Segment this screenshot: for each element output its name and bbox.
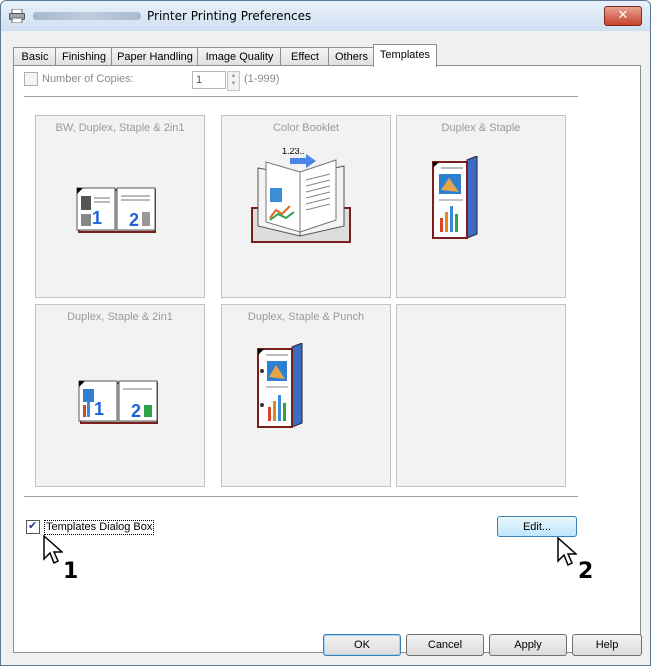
template-label: BW, Duplex, Staple & 2in1	[55, 122, 185, 134]
template-color-booklet[interactable]: Color Booklet 1.23..	[221, 115, 391, 298]
step-marker-2: 2	[578, 559, 594, 584]
tab-image-quality[interactable]: Image Quality	[197, 47, 282, 66]
close-button[interactable]: ✕	[604, 6, 642, 26]
bw-duplex-2in1-icon: 1 2	[76, 187, 156, 233]
booklet-page-badge: 1.23..	[282, 148, 305, 156]
tab-templates[interactable]: Templates	[373, 44, 437, 67]
cursor-arrow-icon	[43, 535, 63, 565]
svg-text:2: 2	[129, 210, 139, 230]
template-label: Duplex, Staple & Punch	[247, 311, 365, 323]
copies-spinner[interactable]: ▲ ▼	[227, 71, 240, 91]
templates-dialog-label[interactable]: Templates Dialog Box	[44, 520, 155, 535]
templates-dialog-row: ✔ Templates Dialog Box	[26, 520, 155, 535]
template-bw-duplex-staple-2in1[interactable]: BW, Duplex, Staple & 2in1 1 2	[35, 115, 205, 298]
duplex-2in1-icon: 1 2	[78, 380, 158, 424]
tab-others[interactable]: Others	[328, 47, 375, 66]
copies-label: Number of Copies:	[42, 73, 134, 85]
copies-checkbox[interactable]	[24, 72, 38, 86]
template-duplex-staple-2in1[interactable]: Duplex, Staple & 2in1 1 2	[35, 304, 205, 487]
svg-text:1: 1	[94, 399, 104, 419]
printing-preferences-window: Printer Printing Preferences ✕ Basic Fin…	[0, 0, 651, 666]
duplex-staple-punch-icon	[257, 343, 303, 428]
template-label: Color Booklet	[272, 122, 340, 134]
tab-paper-handling[interactable]: Paper Handling	[111, 47, 199, 66]
check-icon: ✔	[28, 520, 38, 532]
edit-button[interactable]: Edit...	[497, 516, 577, 537]
divider	[24, 96, 578, 97]
color-booklet-icon: 1.23..	[251, 148, 351, 243]
cancel-button[interactable]: Cancel	[406, 634, 484, 656]
template-duplex-staple[interactable]: Duplex & Staple	[396, 115, 566, 298]
copies-input[interactable]: 1	[192, 71, 226, 89]
printer-name-redacted	[33, 12, 141, 20]
cursor-arrow-icon	[557, 537, 577, 567]
step-marker-1: 1	[63, 559, 79, 584]
svg-text:2: 2	[131, 401, 141, 421]
copies-range: (1-999)	[244, 73, 280, 85]
help-button[interactable]: Help	[572, 634, 642, 656]
templates-panel: Number of Copies: 1 ▲ ▼ (1-999) BW, Duple…	[13, 65, 641, 653]
divider	[24, 496, 578, 497]
templates-dialog-checkbox[interactable]: ✔	[26, 520, 40, 534]
template-duplex-staple-punch[interactable]: Duplex, Staple & Punch	[221, 304, 391, 487]
svg-text:1: 1	[92, 208, 102, 228]
duplex-staple-icon	[432, 156, 478, 239]
template-label: Duplex & Staple	[441, 122, 521, 134]
tab-effect[interactable]: Effect	[280, 47, 330, 66]
ok-button[interactable]: OK	[323, 634, 401, 656]
template-label: Duplex, Staple & 2in1	[67, 311, 173, 323]
title-bar: Printer Printing Preferences ✕	[1, 1, 650, 31]
tab-finishing[interactable]: Finishing	[55, 47, 113, 66]
tab-basic[interactable]: Basic	[13, 47, 57, 66]
copies-row: Number of Copies: 1 ▲ ▼ (1-999)	[24, 71, 279, 92]
template-empty-slot	[396, 304, 566, 487]
printer-icon	[9, 9, 25, 23]
apply-button[interactable]: Apply	[489, 634, 567, 656]
window-title: Printer Printing Preferences	[147, 9, 312, 23]
